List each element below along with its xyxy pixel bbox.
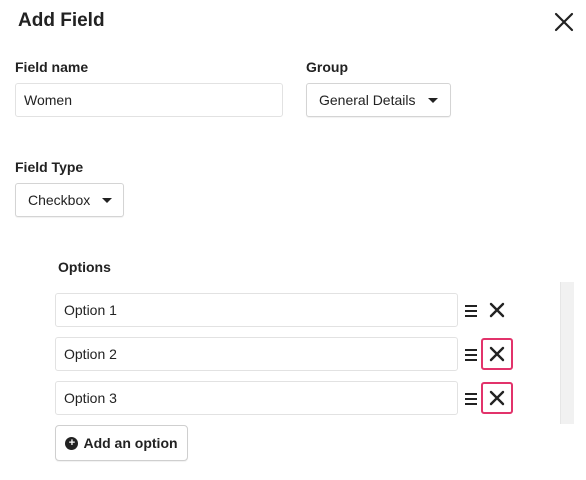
field-name-label: Field name (15, 59, 89, 75)
close-icon (489, 346, 505, 362)
plus-circle-icon: + (65, 436, 79, 450)
add-option-label: Add an option (83, 435, 178, 451)
group-label: Group (306, 59, 348, 75)
group-select-value: General Details (319, 92, 416, 108)
group-select[interactable]: General Details (306, 83, 451, 117)
field-type-select[interactable]: Checkbox (15, 183, 124, 217)
drag-handle-icon[interactable] (465, 349, 477, 361)
field-name-input[interactable] (15, 83, 283, 117)
options-label: Options (58, 259, 111, 275)
delete-option-button-1[interactable] (481, 294, 513, 326)
close-button[interactable] (552, 10, 576, 34)
options-scrollbar[interactable] (560, 282, 574, 424)
drag-handle-icon[interactable] (465, 305, 477, 317)
caret-down-icon (102, 197, 113, 203)
option-input-1[interactable] (55, 293, 458, 327)
field-type-label: Field Type (15, 159, 84, 175)
close-icon (489, 302, 505, 318)
caret-down-icon (427, 97, 438, 103)
delete-option-button-3[interactable] (481, 382, 513, 414)
option-input-3[interactable] (55, 381, 458, 415)
add-option-button[interactable]: + Add an option (55, 425, 188, 461)
option-input-2[interactable] (55, 337, 458, 371)
close-icon (554, 12, 574, 32)
close-icon (489, 390, 505, 406)
dialog-title: Add Field (18, 10, 105, 31)
drag-handle-icon[interactable] (465, 393, 477, 405)
field-type-select-value: Checkbox (28, 192, 91, 208)
delete-option-button-2[interactable] (481, 338, 513, 370)
